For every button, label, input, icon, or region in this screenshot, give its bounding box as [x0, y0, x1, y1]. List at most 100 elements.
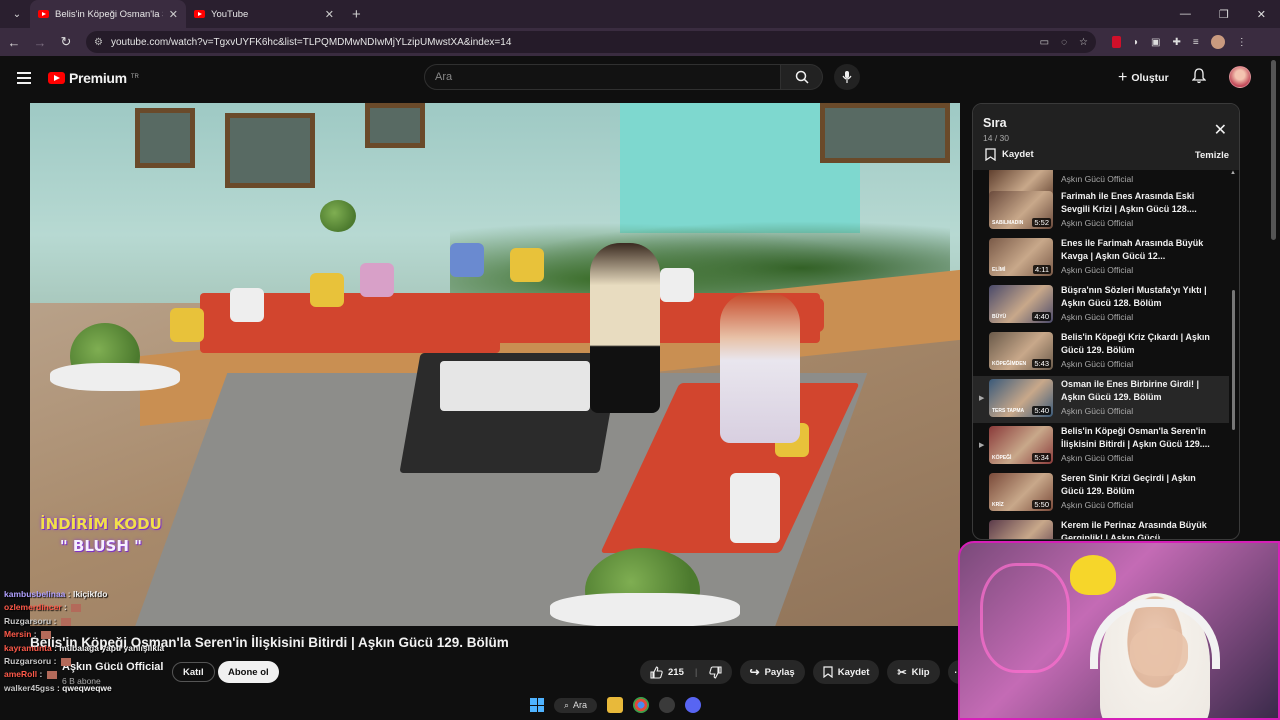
thumbs-down-icon[interactable] [708, 665, 722, 679]
minimize-icon[interactable]: — [1180, 8, 1191, 21]
file-explorer-icon[interactable] [607, 697, 624, 713]
windows-start-icon[interactable] [530, 698, 544, 712]
scroll-up-icon[interactable]: ▲ [1230, 170, 1236, 176]
reload-icon[interactable]: ↻ [54, 34, 78, 50]
queue-thumbnail[interactable]: KÖPEĞİMDEN 5:43 [989, 332, 1053, 370]
video-scene-window [225, 113, 315, 188]
search-button[interactable] [781, 64, 823, 90]
extension-red-icon[interactable] [1112, 36, 1121, 48]
tab-close-icon[interactable]: ✕ [325, 8, 334, 21]
youtube-favicon-icon [38, 10, 49, 18]
save-label: Kaydet [837, 666, 870, 678]
eye-off-icon[interactable]: ◌ [1061, 37, 1067, 48]
chat-message: kambusbelinaa : lkiçikfdo [4, 589, 108, 599]
queue-thumbnail[interactable]: BÜYÜ 4:40 [989, 285, 1053, 323]
chat-username: kayramunta [4, 642, 52, 653]
notifications-button[interactable] [1191, 68, 1207, 89]
video-scene-pillow [510, 248, 544, 282]
clip-button[interactable]: ✂ Klip [887, 660, 940, 684]
extension-box-icon[interactable]: ▣ [1151, 37, 1160, 48]
queue-item[interactable]: KÖPEĞİMDEN 5:43 Belis'in Köpeği Kriz Çıkar… [973, 329, 1229, 376]
clip-label: Klip [911, 666, 930, 678]
taskbar-search-label: Ara [573, 700, 588, 710]
search-input[interactable] [424, 64, 781, 90]
tab-title: YouTube [211, 8, 249, 20]
app-icon[interactable] [659, 697, 676, 713]
subscribe-button[interactable]: Abone ol [218, 661, 279, 683]
close-window-icon[interactable]: ✕ [1257, 8, 1266, 21]
queue-item[interactable]: KRİZ 5:50 Seren Sinir Krizi Geçirdi | Aşkı… [973, 470, 1229, 517]
queue-item[interactable]: BÜYÜ 4:40 Büşra'nın Sözleri Mustafa'yı Yık… [973, 282, 1229, 329]
queue-save-button[interactable]: Kaydet [985, 148, 1034, 161]
webcam-plush-toy [1070, 555, 1116, 595]
voice-search-button[interactable] [834, 64, 860, 90]
queue-item[interactable]: ▶ KÖPEĞİ 5:34 Belis'in Köpeği Osman'la Sere… [973, 423, 1229, 470]
browser-menu-icon[interactable]: ⋮ [1237, 37, 1247, 48]
video-player[interactable]: İNDİRİM KODU " BLUSH " [30, 103, 960, 626]
video-actions: 215 | ↪ Paylaş Kaydet ✂ Klip ⋯ [640, 660, 972, 684]
video-scene-person [590, 243, 660, 413]
youtube-logo[interactable]: Premium TR [48, 70, 139, 86]
taskbar-search[interactable]: ⌕ Ara [554, 697, 598, 713]
profile-avatar-icon[interactable] [1210, 35, 1225, 49]
queue-thumbnail[interactable]: SABILMADIN 5:52 [989, 191, 1053, 229]
bookmark-star-icon[interactable]: ☆ [1079, 37, 1088, 48]
queue-clear-button[interactable]: Temizle [1195, 150, 1229, 161]
save-button[interactable]: Kaydet [812, 660, 880, 684]
queue-item[interactable]: Kerem ile Perinaz Arasında Büyük Gerginl… [973, 517, 1229, 539]
chat-message: walker45gss : qweqweqwe [4, 682, 112, 693]
chrome-icon[interactable] [633, 697, 650, 713]
thumbnail-caption: BÜYÜ [992, 314, 1007, 320]
share-label: Paylaş [764, 666, 795, 678]
chat-message: Mersin : [4, 628, 204, 641]
thumbnail-caption: TERS TAPMA [992, 408, 1025, 414]
duration-badge: 4:11 [1032, 265, 1051, 274]
cast-icon[interactable]: ▭ [1040, 37, 1049, 48]
thumbnail-caption: KÖPEĞİ [992, 455, 1012, 461]
queue-item[interactable]: ▶ TERS TAPMA 5:40 Osman ile Enes Birbirine … [973, 376, 1229, 423]
queue-thumbnail[interactable]: TERS TAPMA 5:40 [989, 379, 1053, 417]
restore-icon[interactable]: ❐ [1219, 8, 1229, 21]
extension-voice-icon[interactable]: ◗ [1133, 37, 1139, 48]
create-button[interactable]: + Oluştur [1118, 67, 1169, 89]
reading-list-icon[interactable]: ≡ [1193, 37, 1199, 48]
chat-message: ozlemerdincer : [4, 601, 204, 614]
back-icon[interactable]: ← [2, 35, 26, 50]
webcam-overlay [958, 541, 1280, 720]
new-tab-button[interactable]: + [352, 6, 361, 23]
queue-thumbnail[interactable]: KRİZ 5:50 [989, 473, 1053, 511]
tab-search-icon[interactable]: ⌄ [4, 4, 30, 24]
bell-icon [1191, 68, 1207, 84]
video-scene-window [365, 103, 425, 148]
account-avatar[interactable] [1229, 66, 1251, 88]
extension-icons: ◗ ▣ ✚ ≡ ⋮ [1112, 35, 1247, 49]
discord-icon[interactable] [685, 697, 702, 713]
queue-item[interactable]: SABILMADIN 5:52 Farimah ile Enes Arasında … [973, 188, 1229, 235]
like-button[interactable]: 215 | [640, 660, 732, 684]
webcam-hand [1130, 628, 1188, 676]
tab-inactive[interactable]: YouTube ✕ [186, 0, 342, 28]
page-scrollbar[interactable] [1271, 60, 1276, 240]
queue-item[interactable]: ELİMİ 4:11 Enes ile Farimah Arasında Büyük… [973, 235, 1229, 282]
chat-message: ameRoll : [4, 668, 204, 681]
forward-icon[interactable]: → [28, 35, 52, 50]
queue-scrollbar[interactable] [1232, 290, 1235, 430]
site-info-icon[interactable]: ⚙ [94, 37, 103, 48]
share-button[interactable]: ↪ Paylaş [739, 660, 805, 684]
queue-thumbnail[interactable]: KÖPEĞİ 5:34 [989, 426, 1053, 464]
queue-thumbnail[interactable] [989, 520, 1053, 539]
address-bar[interactable]: ⚙ youtube.com/watch?v=TgxvUYFK6hc&list=T… [86, 31, 1096, 53]
duration-badge: 5:34 [1032, 453, 1051, 462]
tab-active[interactable]: Belis'in Köpeği Osman'la Se ✕ [30, 0, 186, 28]
queue-title: Sıra [983, 116, 1007, 130]
queue-panel: Sıra 14 / 30 ✕ Kaydet Temizle ANNESİNE5:… [972, 103, 1240, 540]
queue-thumbnail[interactable]: ELİMİ 4:11 [989, 238, 1053, 276]
close-icon[interactable]: ✕ [1214, 120, 1227, 140]
chat-username: Mersin [4, 629, 32, 640]
queue-item-title: Farimah ile Enes Arasında Eski Sevgili K… [1061, 191, 1197, 214]
queue-item-channel: Aşkın Gücü Official [1061, 174, 1134, 184]
extensions-puzzle-icon[interactable]: ✚ [1173, 37, 1181, 48]
tab-close-icon[interactable]: ✕ [169, 8, 178, 21]
chat-message: Ruzgarsoru : [4, 615, 204, 628]
menu-icon[interactable] [17, 72, 31, 84]
